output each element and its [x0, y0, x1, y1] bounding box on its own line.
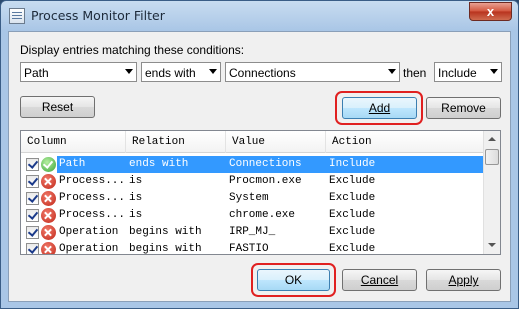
window-title: Process Monitor Filter — [31, 8, 165, 23]
action-dropdown[interactable]: Include — [434, 62, 502, 82]
row-column: Path — [59, 158, 86, 170]
value-combobox-value: Connections — [229, 66, 296, 80]
reset-button[interactable]: Reset — [20, 96, 95, 118]
row-value: IRP_MJ_ — [229, 226, 276, 238]
conditions-label: Display entries matching these condition… — [20, 43, 245, 57]
ok-button[interactable]: OK — [257, 269, 330, 291]
chevron-down-icon — [209, 69, 217, 74]
table-row[interactable]: Process... is System Exclude — [21, 190, 483, 207]
red-x-icon — [41, 208, 56, 223]
row-action: Exclude — [329, 226, 376, 238]
rule-checkbox[interactable] — [26, 243, 39, 254]
row-value: Connections — [229, 158, 302, 170]
row-action: Exclude — [329, 192, 376, 204]
add-button-label: Add — [368, 101, 391, 115]
row-relation: begins with — [129, 243, 202, 255]
column-header-action[interactable]: Action — [326, 131, 483, 153]
row-column: Operation — [59, 243, 119, 255]
row-action: Exclude — [329, 175, 376, 187]
row-action: Include — [329, 158, 376, 170]
filter-rules-list[interactable]: Column Relation Value Action Path ends w… — [20, 130, 501, 255]
table-row[interactable]: Process... is chrome.exe Exclude — [21, 207, 483, 224]
row-action: Exclude — [329, 209, 376, 221]
row-relation: is — [129, 175, 143, 187]
red-x-icon — [41, 225, 56, 240]
add-button[interactable]: Add — [342, 97, 417, 119]
process-monitor-filter-window: Process Monitor Filter x Display entries… — [0, 0, 519, 309]
table-row[interactable]: Operation begins with IRP_MJ_ Exclude — [21, 224, 483, 241]
row-value: chrome.exe — [229, 209, 296, 221]
row-column: Process... — [59, 192, 126, 204]
row-value: Procmon.exe — [229, 175, 302, 187]
rule-checkbox[interactable] — [26, 209, 39, 222]
scroll-up-arrow-icon[interactable] — [484, 131, 500, 148]
column-header-value[interactable]: Value — [226, 131, 326, 153]
remove-button[interactable]: Remove — [426, 97, 501, 119]
red-x-icon — [41, 174, 56, 189]
rule-checkbox[interactable] — [26, 158, 39, 171]
title-bar[interactable]: Process Monitor Filter x — [1, 1, 518, 31]
list-header: Column Relation Value Action — [21, 131, 483, 153]
filter-window-icon — [9, 8, 25, 24]
column-header-relation[interactable]: Relation — [126, 131, 226, 153]
row-column: Process... — [59, 209, 126, 221]
row-value: FASTIO — [229, 243, 269, 255]
green-check-icon — [41, 157, 56, 172]
chevron-down-icon — [388, 69, 396, 74]
cancel-button-label: Cancel — [360, 273, 399, 287]
table-row[interactable]: Path ends with Connections Include — [21, 156, 483, 173]
column-dropdown-value: Path — [24, 66, 49, 80]
dialog-body: Display entries matching these condition… — [8, 31, 511, 302]
row-relation: begins with — [129, 226, 202, 238]
table-row[interactable]: Process... is Procmon.exe Exclude — [21, 173, 483, 190]
apply-button-label: Apply — [448, 273, 479, 287]
apply-button[interactable]: Apply — [426, 269, 501, 291]
relation-dropdown[interactable]: ends with — [141, 62, 221, 82]
rule-checkbox[interactable] — [26, 192, 39, 205]
chevron-down-icon — [490, 69, 498, 74]
close-button[interactable]: x — [469, 2, 512, 21]
row-column: Process... — [59, 175, 126, 187]
cancel-button[interactable]: Cancel — [342, 269, 417, 291]
chevron-down-icon — [125, 69, 133, 74]
row-column: Operation — [59, 226, 119, 238]
vertical-scrollbar[interactable] — [483, 131, 500, 254]
table-row[interactable]: Operation begins with FASTIO Exclude — [21, 241, 483, 255]
row-action: Exclude — [329, 243, 376, 255]
row-relation: ends with — [129, 158, 189, 170]
value-combobox[interactable]: Connections — [225, 62, 400, 82]
column-dropdown[interactable]: Path — [20, 62, 137, 82]
red-x-icon — [41, 242, 56, 254]
row-value: System — [229, 192, 269, 204]
column-header-column[interactable]: Column — [21, 131, 126, 153]
rule-checkbox[interactable] — [26, 175, 39, 188]
relation-dropdown-value: ends with — [145, 66, 196, 80]
red-x-icon — [41, 191, 56, 206]
row-relation: is — [129, 209, 143, 221]
scrollbar-thumb[interactable] — [485, 149, 499, 165]
rule-checkbox[interactable] — [26, 226, 39, 239]
action-dropdown-value: Include — [438, 66, 477, 80]
scroll-down-arrow-icon[interactable] — [484, 237, 500, 254]
row-relation: is — [129, 192, 143, 204]
then-label: then — [403, 66, 427, 80]
